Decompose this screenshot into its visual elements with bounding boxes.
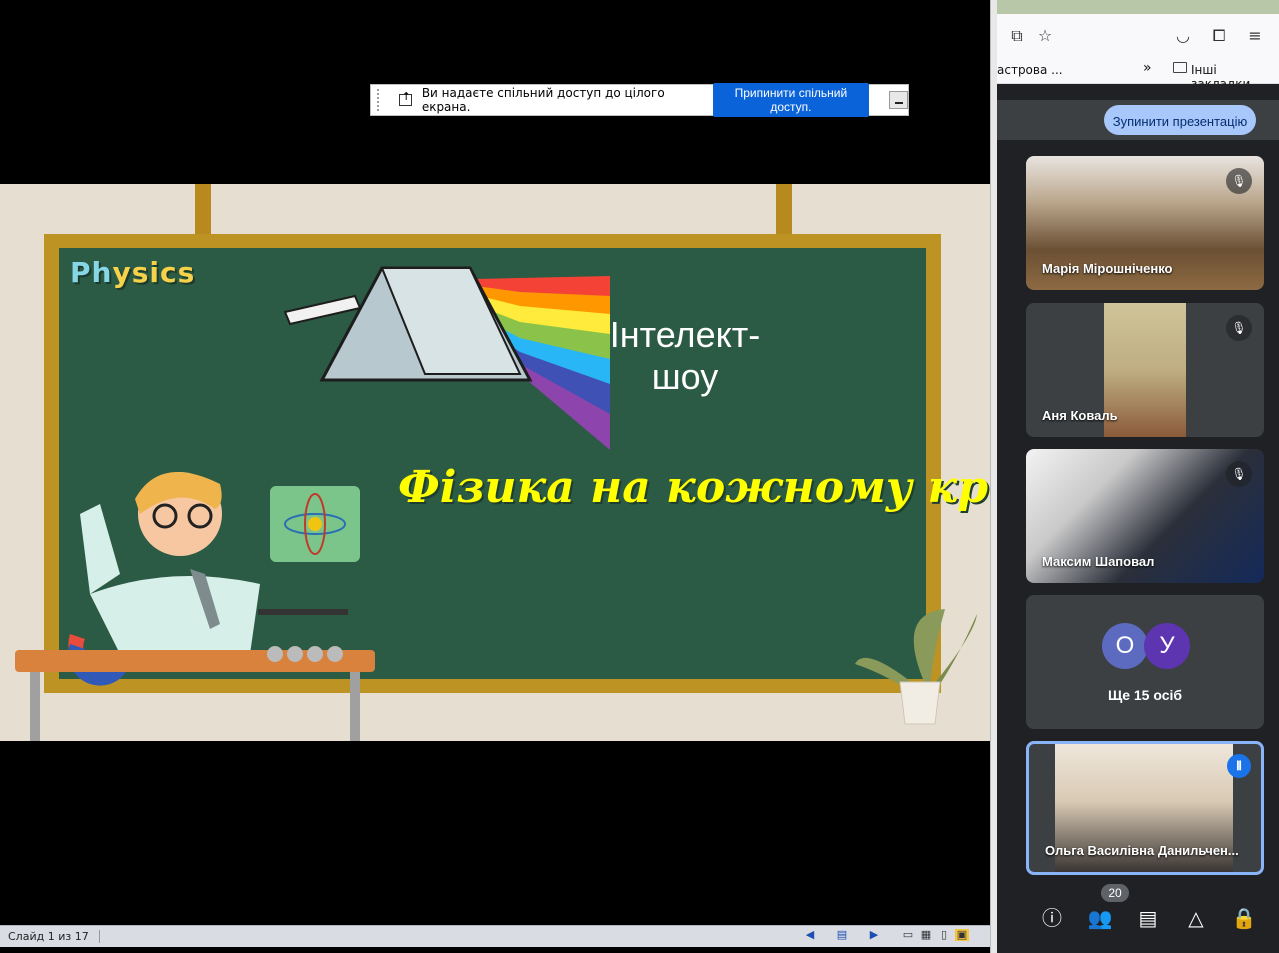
star-icon[interactable]: ☆ [1035,26,1055,45]
participant-tile[interactable]: 🎙 Аня Коваль [1026,303,1264,437]
logo-part: Ph [70,256,113,289]
active-speaker-tile[interactable]: ⦀ Ольга Василівна Данильчен... [1026,741,1264,875]
scientist-body [90,576,260,654]
window-divider[interactable] [990,0,997,953]
avatar: У [1144,623,1190,669]
title-line: Інтелект- [609,314,761,355]
plant-leaf [913,609,945,684]
participant-name: Марія Мірошніченко [1042,261,1173,276]
drag-handle[interactable] [377,89,385,111]
desk-leg [30,672,40,741]
share-message: Ви надаєте спільний доступ до цілого екр… [421,86,665,114]
presentation-area: Ви надаєте спільний доступ до цілого екр… [0,0,990,953]
previous-slide-icon[interactable]: ◀ [803,929,817,941]
participant-name: Ольга Василівна Данильчен... [1045,843,1239,858]
screen-share-bar: Ви надаєте спільний доступ до цілого екр… [370,83,909,117]
slide-subtitle: Фізика на кожному кроці [398,462,990,513]
people-count-badge: 20 [1101,884,1129,902]
logo-part: ysics [112,256,196,289]
cradle-ball [327,646,343,662]
normal-view-icon[interactable]: ▭ [901,929,915,941]
participant-name: Аня Коваль [1042,408,1118,423]
slide-menu-icon[interactable]: ▤ [835,929,849,941]
board-post [195,184,211,236]
browser-toolbar: ⧉ ☆ ◡ ⧠ ≡ астрова ... » Інші закладки [997,0,1279,91]
meet-controls: ⓘ 20 👥 ▤ △ 🔒 [997,884,1279,953]
extensions-icon[interactable]: ⧠ [1209,26,1229,46]
board-post [776,184,792,236]
participant-tile[interactable]: 🎙 Максим Шаповал [1026,449,1264,583]
more-participants-label: Ще 15 осіб [1107,687,1183,703]
folder-icon [1173,62,1187,73]
speaking-indicator-icon: ⦀ [1227,754,1251,778]
tab-strip [997,0,1279,14]
title-line: шоу [651,356,719,397]
more-participants-tile[interactable]: О У Ще 15 осіб [1026,595,1264,729]
meet-panel: Зупинити презентацію 🎙 Марія Мірошніченк… [997,84,1279,953]
participant-name: Максим Шаповал [1042,554,1155,569]
share-screen-icon [398,90,412,106]
desk-leg [350,672,360,741]
cradle-ball [267,646,283,662]
minimize-button[interactable] [889,91,909,109]
bookmark-item[interactable]: астрова ... [997,63,1063,77]
mic-off-icon: 🎙 [1226,315,1252,341]
physics-logo: Physics [70,256,195,289]
activities-icon[interactable]: △ [1182,904,1210,932]
avatar: О [1102,623,1148,669]
participant-tile[interactable]: 🎙 Марія Мірошніченко [1026,156,1264,290]
light-beam [283,294,362,326]
stop-presenting-button[interactable]: Зупинити презентацію [1104,105,1256,135]
scientist-illustration [15,472,375,741]
info-icon[interactable]: ⓘ [1038,904,1066,932]
pocket-icon[interactable]: ◡ [1173,26,1193,45]
slide-sorter-icon[interactable]: ▦ [919,929,933,941]
cradle-bar [258,609,348,615]
slide: Physics Інтелект- шоу Фізика на кожному … [0,184,990,741]
cradle-ball [287,646,303,662]
presentation-bar: Зупинити презентацію [997,100,1279,140]
host-controls-icon[interactable]: 🔒 [1230,904,1258,932]
reading-view-icon[interactable]: ▯ [937,929,951,941]
next-slide-icon[interactable]: ▶ [867,929,881,941]
chevron-right-icon[interactable]: » [1143,60,1152,76]
prism-illustration [283,266,610,450]
plant-illustration [855,609,977,725]
chat-icon[interactable]: ▤ [1134,904,1162,932]
mic-off-icon: 🎙 [1226,168,1252,194]
atom-nucleus [308,517,322,531]
slide-counter: Слайд 1 из 17 [8,930,100,943]
cradle-ball [307,646,323,662]
screen: Ви надаєте спільний доступ до цілого екр… [0,0,1279,953]
plant-pot [899,681,941,725]
stop-sharing-button[interactable]: Припинити спільний доступ. [712,83,870,117]
bookmarks-bar: астрова ... » Інші закладки [997,56,1279,91]
screen-share-indicator-icon[interactable]: ⧉ [1007,26,1027,46]
scientist-arm [80,504,120,594]
slide-title: Інтелект- шоу [600,314,770,398]
people-icon[interactable]: 👥 [1086,904,1114,932]
menu-icon[interactable]: ≡ [1245,26,1265,45]
slideshow-icon[interactable]: ▣ [955,929,969,941]
mic-off-icon: 🎙 [1226,461,1252,487]
